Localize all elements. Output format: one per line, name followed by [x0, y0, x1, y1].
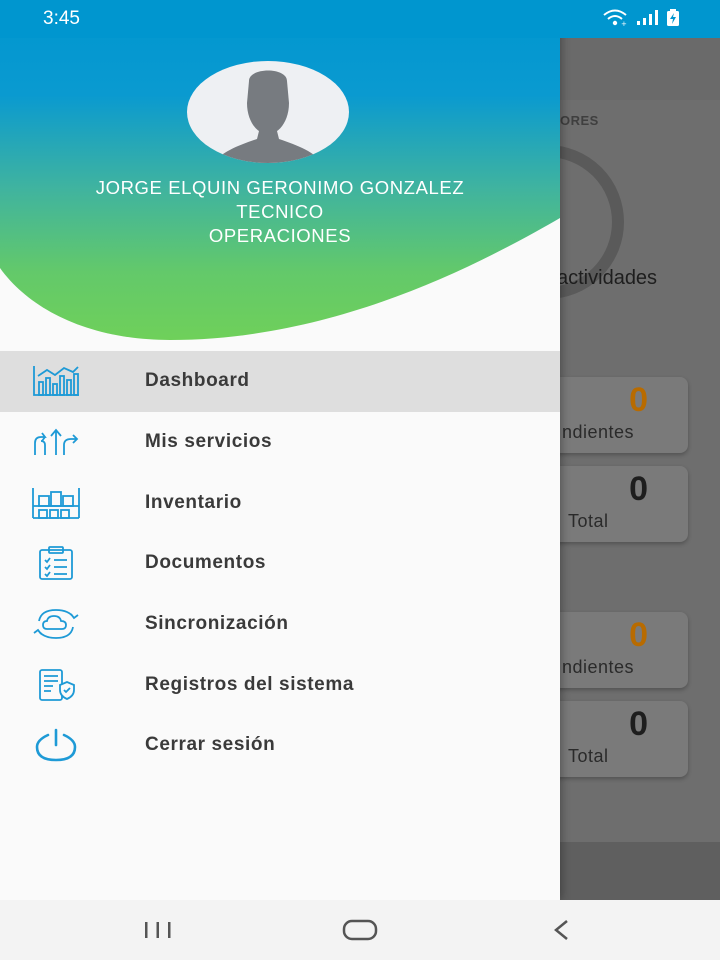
user-info: JORGE ELQUIN GERONIMO GONZALEZ TECNICO O… [0, 176, 560, 248]
menu-item-documentos[interactable]: Documentos [0, 533, 560, 594]
drawer-menu: Dashboard Mis servicios Inventario Docum… [0, 351, 560, 776]
menu-label: Mis servicios [145, 431, 273, 453]
back-icon [554, 920, 568, 940]
menu-item-sincronizacion[interactable]: Sincronización [0, 594, 560, 655]
menu-item-dashboard[interactable]: Dashboard [0, 351, 560, 412]
status-bar: 3:45 + [0, 0, 720, 38]
status-time: 3:45 [43, 8, 80, 29]
background-pending-card: 0 ndientes [540, 612, 688, 688]
menu-label: Cerrar sesión [145, 734, 276, 756]
user-role: TECNICO [236, 201, 324, 222]
svg-text:+: + [621, 20, 627, 27]
home-button[interactable] [330, 910, 390, 950]
card-label: ndientes [562, 422, 635, 442]
menu-item-registros-del-sistema[interactable]: Registros del sistema [0, 654, 560, 715]
menu-label: Documentos [145, 552, 267, 574]
clipboard-checklist-icon [30, 543, 82, 583]
background-activities-label: actividades [557, 267, 658, 289]
background-total-card: 0 Total [540, 466, 688, 542]
cloud-sync-icon [30, 604, 82, 644]
signal-icon [637, 10, 658, 25]
system-navigation-bar [0, 900, 720, 960]
background-pending-card: 0 ndientes [540, 377, 688, 453]
card-label: Total [568, 746, 609, 766]
menu-item-inventario[interactable]: Inventario [0, 472, 560, 533]
power-icon [30, 725, 82, 765]
dashboard-chart-icon [30, 361, 82, 401]
card-label: ndientes [562, 657, 635, 677]
navigation-drawer: JORGE ELQUIN GERONIMO GONZALEZ TECNICO O… [0, 0, 560, 900]
background-total-card: 0 Total [540, 701, 688, 777]
user-department: OPERACIONES [208, 225, 352, 246]
user-avatar [187, 61, 349, 163]
wifi-icon: + [603, 9, 627, 27]
user-name: JORGE ELQUIN GERONIMO GONZALEZ [95, 177, 465, 198]
recents-icon [145, 922, 171, 938]
menu-label: Sincronización [145, 613, 289, 635]
menu-label: Dashboard [145, 370, 250, 392]
card-label: Total [568, 511, 609, 531]
routes-arrows-icon [30, 422, 82, 462]
menu-label: Inventario [145, 491, 242, 513]
status-icons: + [602, 9, 680, 27]
menu-item-mis-servicios[interactable]: Mis servicios [0, 412, 560, 473]
home-icon [342, 919, 378, 941]
warehouse-shelf-icon [30, 483, 82, 523]
back-button[interactable] [532, 910, 592, 950]
menu-item-cerrar-sesion[interactable]: Cerrar sesión [0, 715, 560, 776]
user-silhouette-icon [215, 70, 321, 163]
battery-icon [667, 9, 679, 26]
menu-label: Registros del sistema [145, 673, 355, 695]
recents-button[interactable] [128, 910, 188, 950]
background-section-label: ORES [560, 113, 599, 128]
system-log-icon [30, 665, 82, 705]
